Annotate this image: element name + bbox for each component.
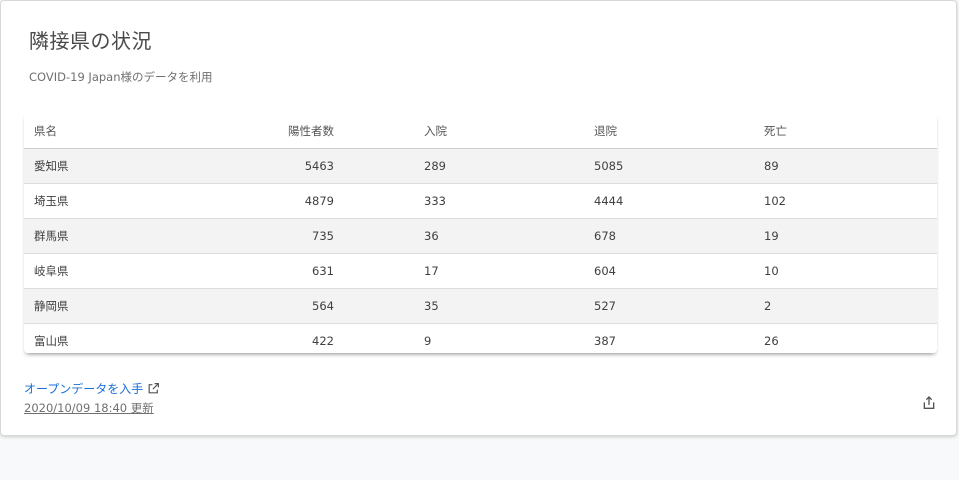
cell-name: 愛知県 xyxy=(24,148,244,184)
cell-positive: 4879 xyxy=(244,183,334,219)
cell-positive: 422 xyxy=(244,323,334,353)
cell-deaths: 2 xyxy=(764,288,937,324)
cell-positive: 5463 xyxy=(244,148,334,184)
cell-name: 岐阜県 xyxy=(24,253,244,289)
cell-spacer xyxy=(334,148,424,184)
header-name[interactable]: 県名 xyxy=(24,113,244,149)
header-spacer xyxy=(334,113,424,149)
cell-hospitalized: 17 xyxy=(424,253,594,289)
cell-spacer xyxy=(334,288,424,324)
cell-positive: 631 xyxy=(244,253,334,289)
cell-discharged: 678 xyxy=(594,218,764,254)
cell-name: 富山県 xyxy=(24,323,244,353)
cell-discharged: 4444 xyxy=(594,183,764,219)
open-data-label[interactable]: オープンデータを入手 xyxy=(24,380,143,397)
cell-spacer xyxy=(334,218,424,254)
cell-deaths: 19 xyxy=(764,218,937,254)
cell-hospitalized: 333 xyxy=(424,183,594,219)
cell-positive: 564 xyxy=(244,288,334,324)
cell-discharged: 5085 xyxy=(594,148,764,184)
cell-hospitalized: 35 xyxy=(424,288,594,324)
cell-name: 群馬県 xyxy=(24,218,244,254)
data-card: 隣接県の状況 COVID-19 Japan様のデータを利用 県名 陽性者数 入院… xyxy=(0,0,957,436)
table-row: 富山県 422 9 387 26 xyxy=(24,323,937,353)
external-link-icon xyxy=(147,382,160,395)
cell-discharged: 604 xyxy=(594,253,764,289)
prefecture-table: 県名 陽性者数 入院 退院 死亡 愛知県 5463 289 5085 89 埼玉… xyxy=(24,113,937,353)
cell-deaths: 10 xyxy=(764,253,937,289)
header-positive[interactable]: 陽性者数 xyxy=(244,113,334,149)
cell-name: 静岡県 xyxy=(24,288,244,324)
card-subtitle: COVID-19 Japan様のデータを利用 xyxy=(29,70,213,84)
updated-timestamp: 2020/10/09 18:40 更新 xyxy=(24,401,154,415)
open-data-link[interactable]: オープンデータを入手 xyxy=(24,380,160,397)
table-row: 群馬県 735 36 678 19 xyxy=(24,218,937,254)
cell-discharged: 527 xyxy=(594,288,764,324)
cell-spacer xyxy=(334,323,424,353)
table-row: 埼玉県 4879 333 4444 102 xyxy=(24,183,937,219)
cell-deaths: 89 xyxy=(764,148,937,184)
card-title: 隣接県の状況 xyxy=(29,29,152,53)
cell-deaths: 102 xyxy=(764,183,937,219)
table-row: 愛知県 5463 289 5085 89 xyxy=(24,148,937,184)
cell-spacer xyxy=(334,183,424,219)
cell-deaths: 26 xyxy=(764,323,937,353)
cell-name: 埼玉県 xyxy=(24,183,244,219)
table-container[interactable]: 県名 陽性者数 入院 退院 死亡 愛知県 5463 289 5085 89 埼玉… xyxy=(24,113,937,353)
table-header-row: 県名 陽性者数 入院 退院 死亡 xyxy=(24,113,937,149)
header-discharged[interactable]: 退院 xyxy=(594,113,764,149)
header-hospitalized[interactable]: 入院 xyxy=(424,113,594,149)
cell-hospitalized: 289 xyxy=(424,148,594,184)
table-row: 岐阜県 631 17 604 10 xyxy=(24,253,937,289)
share-icon[interactable] xyxy=(921,395,937,411)
cell-positive: 735 xyxy=(244,218,334,254)
header-deaths[interactable]: 死亡 xyxy=(764,113,937,149)
cell-spacer xyxy=(334,253,424,289)
table-row: 静岡県 564 35 527 2 xyxy=(24,288,937,324)
cell-hospitalized: 9 xyxy=(424,323,594,353)
cell-hospitalized: 36 xyxy=(424,218,594,254)
cell-discharged: 387 xyxy=(594,323,764,353)
